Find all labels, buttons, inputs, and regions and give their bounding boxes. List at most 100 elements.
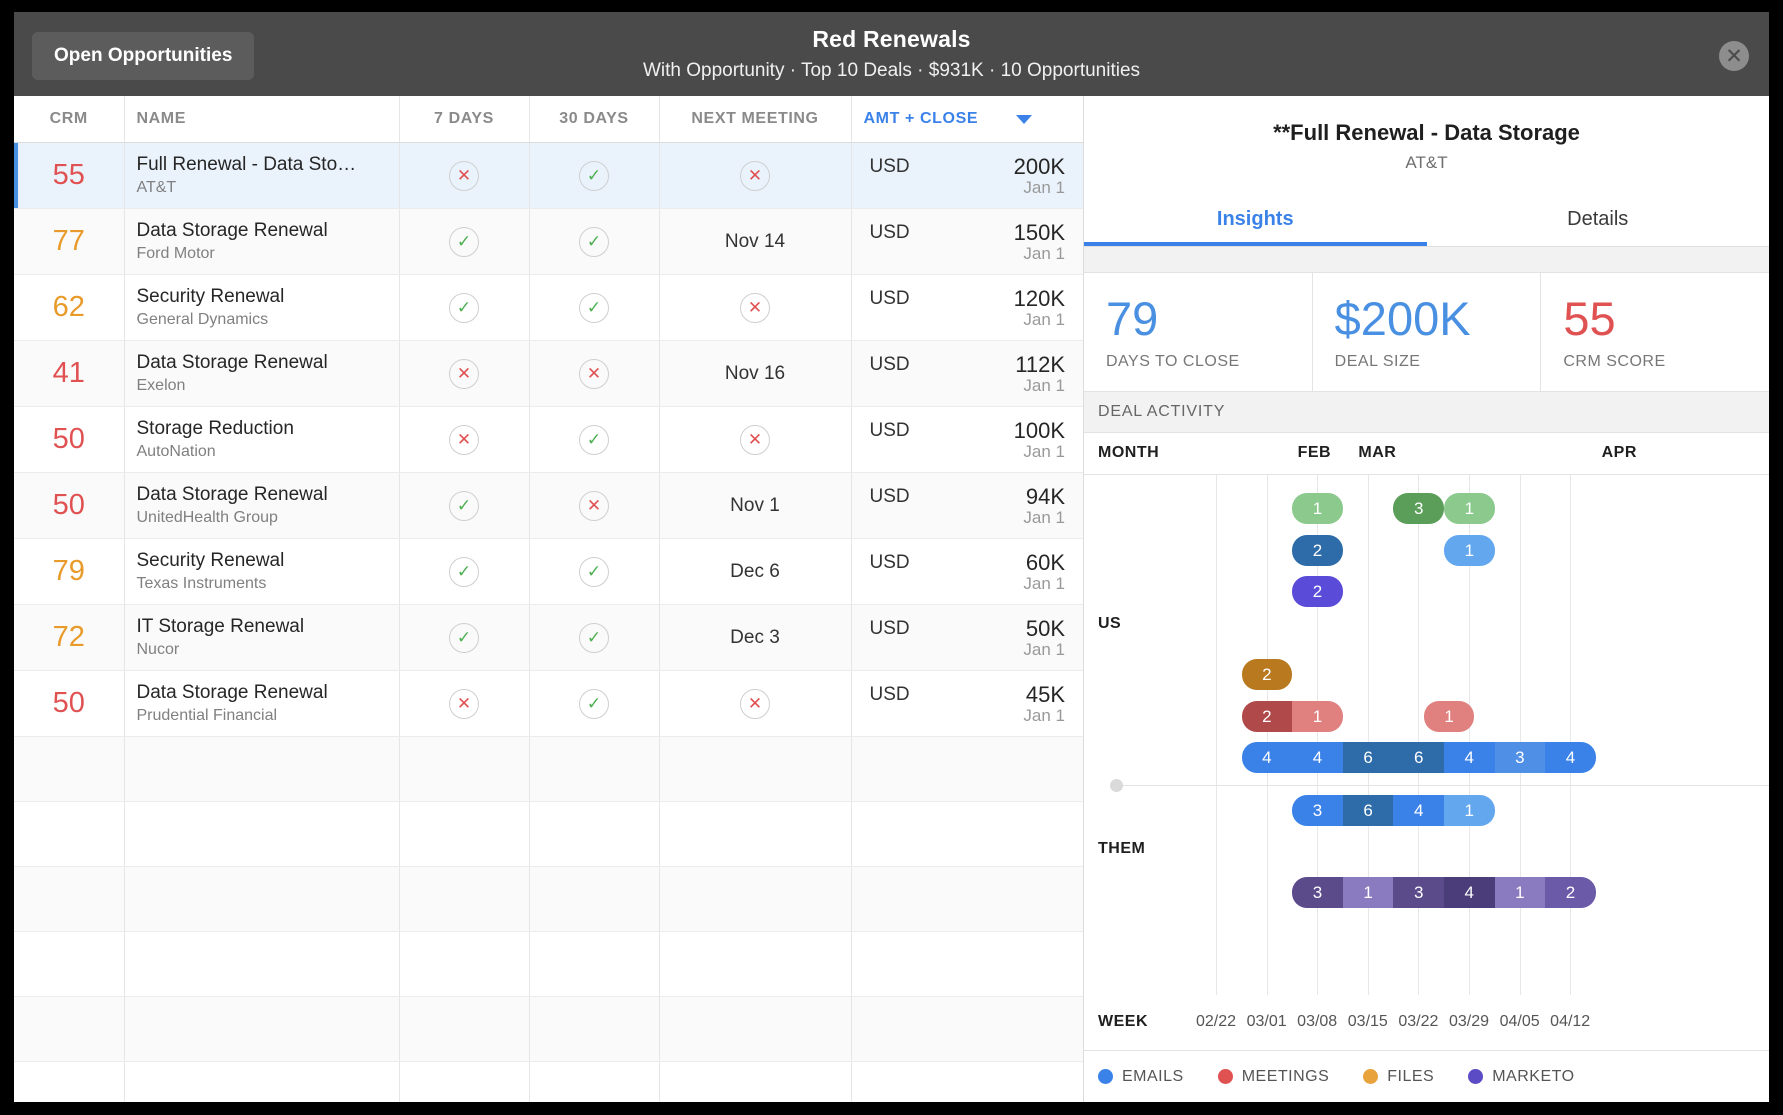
amount-currency: USD — [869, 486, 910, 507]
deal-name: Storage Reduction — [136, 417, 294, 439]
window-body: CRM NAME 7 DAYS 30 DAYS NEXT MEETING AMT… — [14, 96, 1769, 1102]
seven-days-check-icon: ✓ — [449, 622, 479, 653]
cell-crm-score: 41 — [14, 340, 125, 407]
chart-bar: 2 — [1241, 659, 1293, 690]
metric-deal-size: $200K DEAL SIZE — [1313, 273, 1542, 391]
thirty-days-check-icon: ✓ — [579, 160, 609, 191]
cell-next-meeting: ✕ — [659, 406, 852, 473]
cell-name: IT Storage Renewal Nucor — [124, 604, 400, 671]
legend-item[interactable]: MARKETO — [1468, 1068, 1574, 1086]
close-date: Jan 1 — [1023, 244, 1065, 263]
next-meeting-cross-icon: ✕ — [740, 160, 770, 191]
detail-company: AT&T — [1405, 153, 1448, 172]
deals-table-pane: CRM NAME 7 DAYS 30 DAYS NEXT MEETING AMT… — [14, 96, 1084, 1102]
metric-deal-size-label: DEAL SIZE — [1334, 353, 1421, 370]
amount-currency: USD — [869, 156, 910, 177]
deal-name: IT Storage Renewal — [136, 615, 305, 637]
chart-bar: 1 — [1424, 659, 1475, 690]
cell-name: Security Renewal Texas Instruments — [124, 538, 400, 605]
chart-week-tick: 02/22 — [1195, 1013, 1237, 1030]
chart-bar-segment: 1 — [1444, 664, 1454, 684]
cell-crm-score: 50 — [14, 670, 125, 737]
table-row[interactable]: 79 Security Renewal Texas Instruments ✓ ✓… — [14, 538, 1083, 605]
table-row[interactable]: 41 Data Storage Renewal Exelon ✕ ✕ Nov 16 … — [14, 340, 1083, 407]
chart-week-tick: 03/29 — [1448, 1013, 1490, 1030]
metric-crm-score-value: 55 — [1563, 292, 1616, 345]
table-body: 55 Full Renewal - Data Sto… AT&T ✕ ✓ ✕ USD… — [14, 142, 1083, 1102]
table-row[interactable]: 50 Data Storage Renewal UnitedHealth Gro… — [14, 472, 1083, 539]
table-row[interactable]: 55 Full Renewal - Data Sto… AT&T ✕ ✓ ✕ USD… — [14, 142, 1083, 209]
cell-7days: ✓ — [399, 538, 530, 605]
cell-30days: ✕ — [529, 340, 660, 407]
detail-spacer — [1084, 247, 1769, 273]
column-header-next-meeting[interactable]: NEXT MEETING — [659, 96, 852, 143]
next-meeting-date: Nov 14 — [724, 230, 786, 252]
cell-amount-close: USD 45K Jan 1 — [851, 670, 1083, 737]
chart-bar-segment: 2 — [1241, 659, 1293, 690]
chart-divider-handle[interactable] — [1110, 779, 1123, 792]
chart-week-tick: 03/08 — [1297, 1013, 1338, 1030]
column-header-crm[interactable]: CRM — [14, 96, 125, 143]
cell-next-meeting: ✕ — [659, 670, 852, 737]
column-header-name[interactable]: NAME — [124, 96, 400, 143]
cell-amount-close: USD 120K Jan 1 — [851, 274, 1083, 341]
deal-company: Exelon — [136, 377, 186, 395]
metric-crm-score: 55 CRM SCORE — [1541, 273, 1769, 391]
open-opportunities-button[interactable]: Open Opportunities — [32, 32, 255, 80]
table-row[interactable]: 77 Data Storage Renewal Ford Motor ✓ ✓ Nov… — [14, 208, 1083, 275]
chart-bar-segment: 1 — [1292, 493, 1343, 524]
table-row[interactable]: 50 Data Storage Renewal Prudential Finan… — [14, 670, 1083, 737]
legend-item[interactable]: FILES — [1363, 1068, 1434, 1086]
chart-month-label: FEB — [1297, 444, 1332, 461]
chart-bar: 1 — [1292, 493, 1343, 524]
cell-7days: ✕ — [399, 670, 530, 737]
cell-name: Full Renewal - Data Sto… AT&T — [124, 142, 400, 209]
cell-30days: ✕ — [529, 472, 660, 539]
seven-days-cross-icon: ✕ — [449, 160, 479, 191]
amount-value: 112K — [1015, 352, 1065, 377]
chart-legend: EMAILS MEETINGS FILES MARKETO — [1084, 1050, 1769, 1102]
cell-30days: ✓ — [529, 406, 660, 473]
cell-crm-score: 79 — [14, 538, 125, 605]
cell-next-meeting: Nov 1 — [659, 472, 852, 539]
column-header-30days[interactable]: 30 DAYS — [529, 96, 660, 143]
close-icon[interactable]: ✕ — [1719, 41, 1749, 71]
column-header-amt-close-label: AMT + CLOSE — [863, 110, 979, 127]
amount-currency: USD — [869, 552, 910, 573]
cell-30days: ✓ — [529, 538, 660, 605]
chart-bar-segment: 6 — [1342, 795, 1394, 826]
legend-item[interactable]: EMAILS — [1098, 1068, 1184, 1086]
close-date: Jan 1 — [1023, 706, 1065, 725]
chart-bar-segment: 2 — [1241, 701, 1293, 732]
chart-week-tick: 04/05 — [1499, 1013, 1540, 1030]
tab-insights[interactable]: Insights — [1084, 195, 1427, 246]
tab-details[interactable]: Details — [1427, 195, 1770, 246]
amount-value: 200K — [1013, 154, 1065, 179]
table-row-empty — [14, 736, 1083, 802]
column-header-7days[interactable]: 7 DAYS — [399, 96, 530, 143]
legend-color-dot — [1217, 1069, 1233, 1084]
cell-name: Storage Reduction AutoNation — [124, 406, 400, 473]
chart-bar-segment: 4 — [1443, 877, 1495, 908]
chart-bar-segment: 3 — [1494, 742, 1546, 773]
detail-header: **Full Renewal - Data Storage AT&T — [1084, 96, 1769, 173]
deal-name: Data Storage Renewal — [136, 219, 328, 241]
deal-company: Texas Instruments — [136, 575, 267, 593]
cell-crm-score: 55 — [14, 142, 125, 209]
chart-week-tick: 03/01 — [1246, 1013, 1287, 1030]
legend-label: MEETINGS — [1241, 1067, 1330, 1085]
legend-item[interactable]: MEETINGS — [1217, 1067, 1330, 1086]
table-row[interactable]: 72 IT Storage Renewal Nucor ✓ ✓ Dec 3 USD … — [14, 604, 1083, 671]
chart-bar-segment: 1 — [1444, 493, 1495, 524]
thirty-days-cross-icon: ✕ — [579, 358, 609, 389]
legend-label: MARKETO — [1492, 1067, 1575, 1085]
deal-detail-pane: **Full Renewal - Data Storage AT&T Insig… — [1084, 96, 1769, 1102]
cell-name: Data Storage Renewal Prudential Financia… — [124, 670, 400, 737]
table-row[interactable]: 50 Storage Reduction AutoNation ✕ ✓ ✕ USD … — [14, 406, 1083, 473]
table-row-empty — [14, 866, 1083, 932]
column-header-amt-close[interactable]: AMT + CLOSE — [851, 96, 1083, 143]
table-row[interactable]: 62 Security Renewal General Dynamics ✓ ✓ ✕… — [14, 274, 1083, 341]
chevron-down-icon[interactable] — [1016, 114, 1033, 124]
cell-next-meeting: Nov 16 — [659, 340, 852, 407]
chart-bar: 3 — [1393, 493, 1444, 524]
